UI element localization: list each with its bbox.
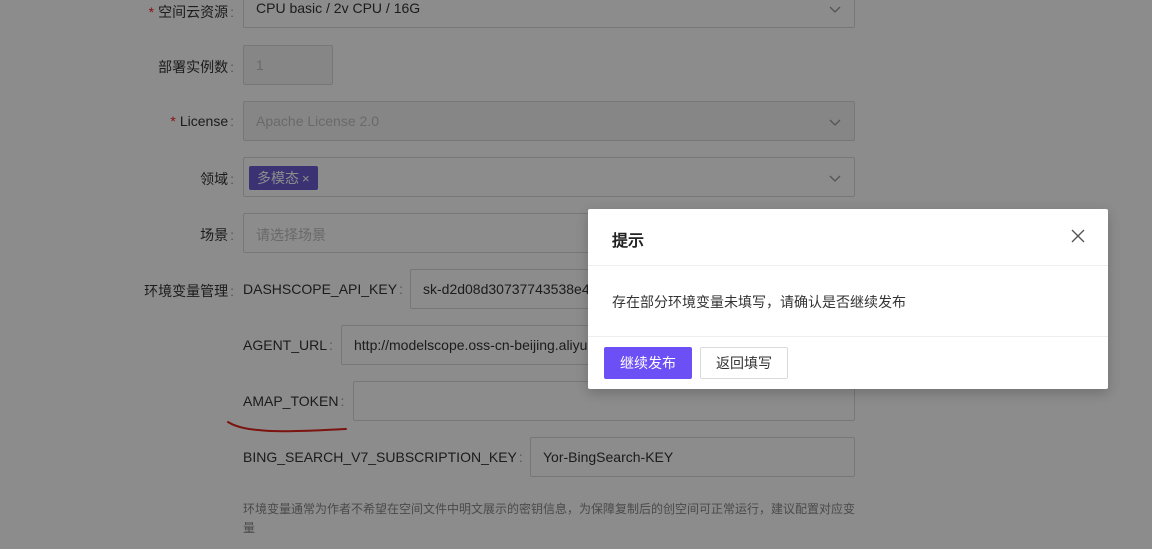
dialog-header: 提示 xyxy=(588,209,1108,266)
close-icon[interactable] xyxy=(1070,228,1086,244)
back-to-edit-button[interactable]: 返回填写 xyxy=(700,347,788,379)
dialog-message: 存在部分环境变量未填写，请确认是否继续发布 xyxy=(612,294,906,310)
confirm-dialog: 提示 存在部分环境变量未填写，请确认是否继续发布 继续发布 返回填写 xyxy=(588,209,1108,389)
dialog-title: 提示 xyxy=(612,233,645,250)
continue-publish-button[interactable]: 继续发布 xyxy=(604,347,692,379)
dialog-footer: 继续发布 返回填写 xyxy=(588,336,1108,389)
